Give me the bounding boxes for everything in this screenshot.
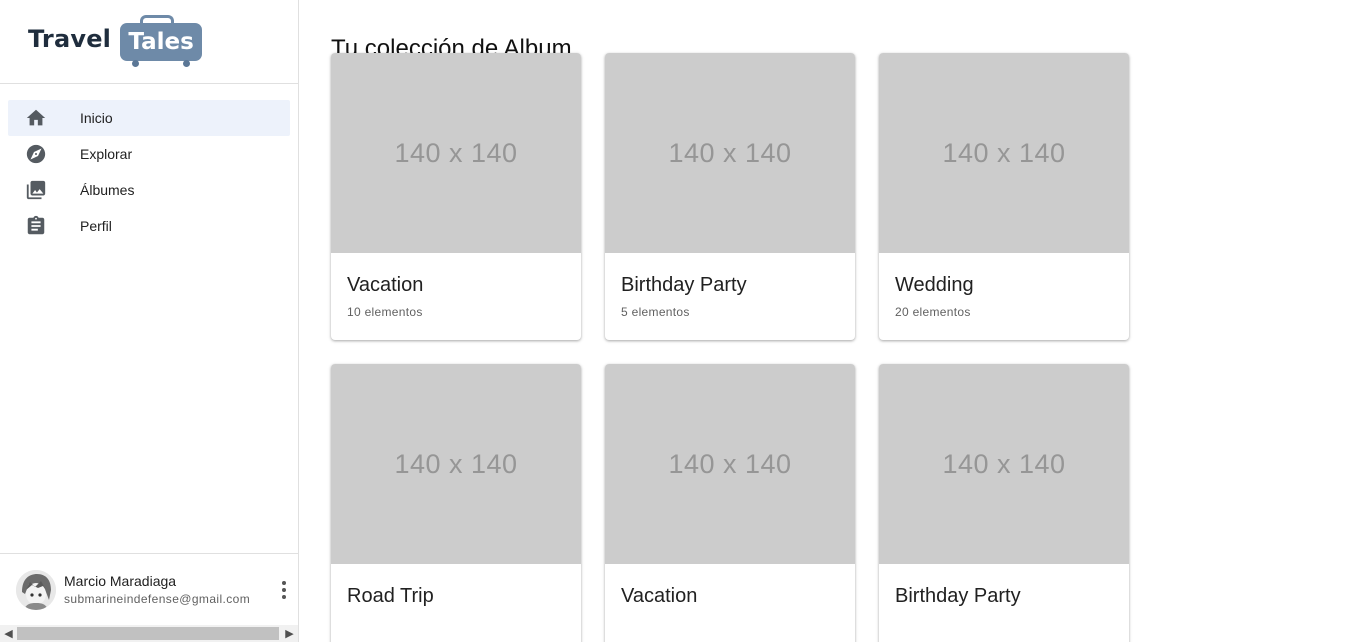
album-item-count: 10 elementos — [347, 305, 423, 319]
album-title: Birthday Party — [895, 585, 1021, 607]
album-card[interactable]: 140 x 140 Birthday Party — [879, 364, 1129, 642]
album-title: Vacation — [347, 274, 424, 296]
avatar — [16, 569, 56, 610]
logo[interactable]: Travel Tales — [0, 0, 298, 84]
user-info: Marcio Maradiaga submarineindefense@gmai… — [64, 572, 250, 608]
album-item-count: 5 elementos — [621, 305, 690, 319]
scroll-right-icon[interactable]: ▶ — [281, 625, 298, 642]
sidebar: Travel Tales Inicio Explorar Álbumes Per… — [0, 0, 299, 642]
scroll-left-icon[interactable]: ◀ — [0, 625, 17, 642]
logo-badge: Tales — [120, 22, 203, 61]
album-item-count: 20 elementos — [895, 305, 971, 319]
page-title: Tu colección de Album — [331, 35, 572, 62]
main-content: Tu colección de Album 140 x 140 Vacation… — [299, 0, 1349, 642]
sidebar-item-albumes[interactable]: Álbumes — [8, 172, 290, 208]
assignment-icon — [24, 214, 48, 238]
sidebar-item-label: Álbumes — [80, 182, 135, 198]
user-email: submarineindefense@gmail.com — [64, 591, 251, 606]
horizontal-scrollbar[interactable]: ◀ ▶ — [0, 625, 298, 642]
album-thumbnail-placeholder: 140 x 140 — [331, 364, 581, 564]
sidebar-item-label: Perfil — [80, 218, 112, 234]
album-title: Birthday Party — [621, 274, 747, 296]
home-icon — [24, 106, 48, 130]
suitcase-icon: Tales — [120, 14, 203, 67]
sidebar-nav: Inicio Explorar Álbumes Perfil — [0, 84, 298, 244]
logo-word: Travel — [28, 24, 112, 53]
user-profile[interactable]: Marcio Maradiaga submarineindefense@gmai… — [0, 553, 298, 625]
photo-library-icon — [24, 178, 48, 202]
sidebar-item-label: Inicio — [80, 110, 113, 126]
compass-icon — [24, 142, 48, 166]
album-thumbnail-placeholder: 140 x 140 — [331, 53, 581, 253]
sidebar-item-explorar[interactable]: Explorar — [8, 136, 290, 172]
sidebar-item-perfil[interactable]: Perfil — [8, 208, 290, 244]
album-card[interactable]: 140 x 140 Road Trip — [331, 364, 581, 642]
album-thumbnail-placeholder: 140 x 140 — [605, 53, 855, 253]
album-thumbnail-placeholder: 140 x 140 — [879, 53, 1129, 253]
album-card[interactable]: 140 x 140 Birthday Party 5 elementos — [605, 53, 855, 340]
album-title: Vacation — [621, 585, 698, 607]
more-vert-icon[interactable] — [276, 578, 292, 602]
album-title: Wedding — [895, 274, 974, 296]
album-card[interactable]: 140 x 140 Vacation — [605, 364, 855, 642]
album-card[interactable]: 140 x 140 Wedding 20 elementos — [879, 53, 1129, 340]
album-title: Road Trip — [347, 585, 434, 607]
sidebar-item-label: Explorar — [80, 146, 133, 162]
sidebar-item-inicio[interactable]: Inicio — [8, 100, 290, 136]
scrollbar-thumb[interactable] — [17, 627, 279, 640]
album-card[interactable]: 140 x 140 Vacation 10 elementos — [331, 53, 581, 340]
app-root: Travel Tales Inicio Explorar Álbumes Per… — [0, 0, 1349, 642]
user-name: Marcio Maradiaga — [64, 572, 177, 589]
album-thumbnail-placeholder: 140 x 140 — [605, 364, 855, 564]
album-thumbnail-placeholder: 140 x 140 — [879, 364, 1129, 564]
album-grid: 140 x 140 Vacation 10 elementos 140 x 14… — [331, 53, 1349, 642]
